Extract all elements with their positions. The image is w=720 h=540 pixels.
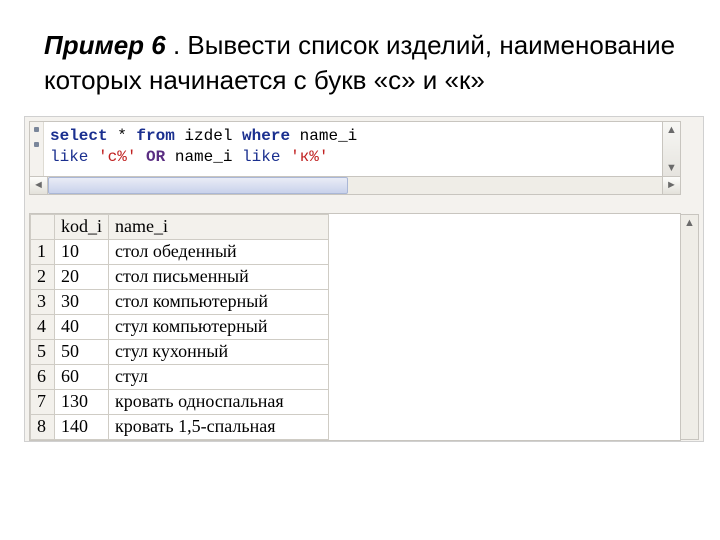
sql-token: like: [242, 148, 280, 166]
sql-token: like: [50, 148, 88, 166]
table-row[interactable]: 660стул: [31, 365, 329, 390]
cell-kod: 10: [55, 240, 109, 265]
gutter-marker: [34, 127, 39, 132]
cell-kod: 40: [55, 315, 109, 340]
results-grid[interactable]: kod_i name_i 110стол обеденный220стол пи…: [29, 213, 681, 441]
sql-token: [136, 148, 146, 166]
sql-token: select: [50, 127, 108, 145]
scroll-right-icon[interactable]: ►: [662, 177, 680, 194]
cell-kod: 20: [55, 265, 109, 290]
cell-name: кровать односпальная: [109, 390, 329, 415]
editor-vertical-scrollbar[interactable]: ▲ ▼: [662, 122, 680, 176]
editor-gutter: [30, 122, 44, 176]
table-row[interactable]: 550стул кухонный: [31, 340, 329, 365]
sql-token: name_i: [165, 148, 242, 166]
cell-name: стол компьютерный: [109, 290, 329, 315]
sql-token: *: [108, 127, 137, 145]
cell-kod: 30: [55, 290, 109, 315]
table-row[interactable]: 440стул компьютерный: [31, 315, 329, 340]
row-header: 1: [31, 240, 55, 265]
sql-token: [280, 148, 290, 166]
sql-line: select * from izdel where name_i: [50, 126, 656, 147]
scroll-left-icon[interactable]: ◄: [30, 177, 48, 194]
scroll-up-icon[interactable]: ▲: [666, 124, 677, 136]
column-header-name[interactable]: name_i: [109, 215, 329, 240]
sql-line: like 'с%' OR name_i like 'к%': [50, 147, 656, 168]
table-row[interactable]: 110стол обеденный: [31, 240, 329, 265]
sql-client-window: select * from izdel where name_i like 'с…: [24, 116, 704, 442]
row-header: 5: [31, 340, 55, 365]
cell-kod: 140: [55, 415, 109, 440]
cell-name: стол обеденный: [109, 240, 329, 265]
gutter-marker: [34, 142, 39, 147]
sql-token: name_i: [290, 127, 357, 145]
sql-token: 'с%': [98, 148, 136, 166]
table-row[interactable]: 7130кровать односпальная: [31, 390, 329, 415]
cell-kod: 130: [55, 390, 109, 415]
row-header: 6: [31, 365, 55, 390]
cell-name: кровать 1,5-спальная: [109, 415, 329, 440]
sql-token: OR: [146, 148, 165, 166]
page-title: Пример 6 . Вывести список изделий, наиме…: [44, 28, 676, 98]
column-header-kod[interactable]: kod_i: [55, 215, 109, 240]
sql-token: where: [242, 127, 290, 145]
cell-name: стол письменный: [109, 265, 329, 290]
table-row[interactable]: 220стол письменный: [31, 265, 329, 290]
row-header: 3: [31, 290, 55, 315]
sql-token: 'к%': [290, 148, 328, 166]
cell-name: стул компьютерный: [109, 315, 329, 340]
scrollbar-thumb[interactable]: [48, 177, 348, 194]
sql-token: from: [136, 127, 174, 145]
row-header: 7: [31, 390, 55, 415]
title-lead: Пример 6: [44, 30, 166, 60]
row-header: 4: [31, 315, 55, 340]
table-row[interactable]: 8140кровать 1,5-спальная: [31, 415, 329, 440]
grid-vertical-scrollbar[interactable]: ▲: [681, 214, 699, 440]
sql-token: [88, 148, 98, 166]
sql-text[interactable]: select * from izdel where name_i like 'с…: [44, 122, 662, 176]
editor-horizontal-scrollbar[interactable]: ◄ ►: [29, 177, 681, 195]
header-row: kod_i name_i: [31, 215, 329, 240]
sql-token: izdel: [175, 127, 242, 145]
sql-editor[interactable]: select * from izdel where name_i like 'с…: [29, 121, 681, 177]
cell-name: стул: [109, 365, 329, 390]
table-row[interactable]: 330стол компьютерный: [31, 290, 329, 315]
scroll-down-icon[interactable]: ▼: [666, 162, 677, 174]
cell-name: стул кухонный: [109, 340, 329, 365]
corner-cell: [31, 215, 55, 240]
row-header: 8: [31, 415, 55, 440]
row-header: 2: [31, 265, 55, 290]
cell-kod: 50: [55, 340, 109, 365]
cell-kod: 60: [55, 365, 109, 390]
scroll-up-icon[interactable]: ▲: [684, 217, 695, 229]
